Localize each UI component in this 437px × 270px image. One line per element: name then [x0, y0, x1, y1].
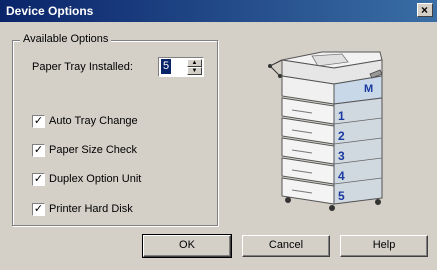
tray-number-4: 4 — [338, 169, 345, 183]
checkbox-box[interactable]: ✓ — [32, 203, 45, 216]
checkbox-label: Paper Size Check — [49, 144, 138, 156]
checkbox-box[interactable]: ✓ — [32, 115, 45, 128]
paper-tray-spinner[interactable]: 5 ▲ ▼ — [158, 57, 204, 77]
spin-down-button[interactable]: ▼ — [187, 67, 202, 75]
checkbox-label: Auto Tray Change — [49, 115, 138, 127]
spin-up-button[interactable]: ▲ — [187, 59, 202, 67]
arrow-up-icon: ▲ — [191, 60, 198, 66]
checkbox-label: Duplex Option Unit — [49, 173, 142, 185]
dialog-title: Device Options — [6, 4, 94, 18]
close-button[interactable]: × — [417, 3, 433, 17]
tray-number-5: 5 — [338, 189, 345, 203]
paper-tray-label: Paper Tray Installed: — [32, 61, 133, 73]
printer-badge: M — [364, 83, 373, 95]
tray-number-3: 3 — [338, 149, 345, 163]
checkbox-box[interactable]: ✓ — [32, 144, 45, 157]
group-legend: Available Options — [20, 33, 112, 45]
close-icon: × — [421, 3, 429, 17]
title-bar: Device Options × — [0, 0, 437, 22]
tray-number-2: 2 — [338, 129, 345, 143]
ok-button[interactable]: OK — [142, 234, 232, 258]
tray-number-1: 1 — [338, 109, 345, 123]
device-options-dialog: Device Options × Available Options Paper… — [0, 0, 437, 270]
checkbox-box[interactable]: ✓ — [32, 173, 45, 186]
checkbox-label: Printer Hard Disk — [49, 203, 133, 215]
arrow-down-icon: ▼ — [191, 68, 198, 74]
paper-tray-value[interactable]: 5 — [161, 59, 171, 74]
cancel-button[interactable]: Cancel — [242, 235, 330, 257]
printer-illustration: M 1 2 3 4 5 — [268, 51, 383, 211]
help-button[interactable]: Help — [340, 235, 428, 257]
